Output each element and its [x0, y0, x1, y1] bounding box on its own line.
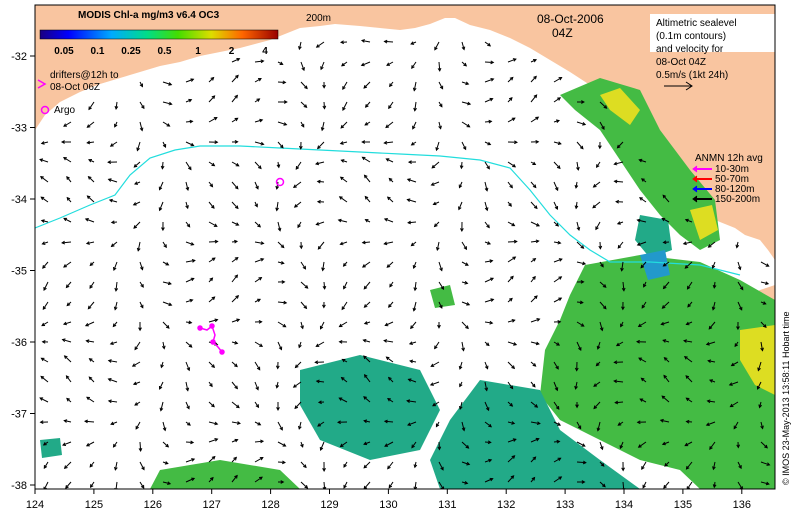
drifter-legend-line-2: 08-Oct 06Z	[50, 82, 100, 93]
colorbar-tick-label: 2	[229, 46, 235, 57]
altimetry-line-1: Altimetric sealevel	[656, 18, 737, 29]
lat-tick-label: -35	[11, 266, 27, 278]
lon-tick-label: 129	[320, 499, 338, 511]
colorbar-title: MODIS Chl-a mg/m3 v6.4 OC3	[78, 10, 220, 21]
map-canvas: MODIS Chl-a mg/m3 v6.4 OC3 0.05 0.1 0.25 0.…	[11, 4, 791, 511]
lat-tick-label: -32	[11, 51, 27, 63]
colorbar-tick-label: 0.1	[91, 46, 105, 57]
lon-tick-label: 136	[733, 499, 751, 511]
colorbar-tick-label: 1	[195, 46, 201, 57]
colorbar-scale	[39, 29, 279, 40]
lat-tick-label: -37	[11, 409, 27, 421]
map-time: 04Z	[552, 26, 573, 40]
anmn-legend-title: ANMN 12h avg	[695, 153, 763, 164]
drifter-legend-line-1: drifters@12h to	[50, 70, 119, 81]
altimetry-line-2: (0.1m contours)	[656, 31, 726, 42]
lon-tick-label: 128	[261, 499, 279, 511]
lon-tick-label: 127	[203, 499, 221, 511]
lon-tick-label: 130	[379, 499, 397, 511]
lon-tick-label: 125	[85, 499, 103, 511]
altimetry-line-3: and velocity for	[656, 44, 724, 55]
altimetry-line-4: 08-Oct 04Z	[656, 57, 706, 68]
colorbar-tick-label: 0.05	[54, 46, 74, 57]
latitude-axis: -32 -33 -34 -35 -36 -37 -38	[11, 51, 35, 492]
longitude-axis: 124 125 126 127 128 129 130 131 132 133 134 135 136	[26, 489, 751, 511]
lat-tick-label: -33	[11, 123, 27, 135]
map-date: 08-Oct-2006	[537, 12, 604, 26]
lon-tick-label: 132	[497, 499, 515, 511]
lat-tick-label: -38	[11, 480, 27, 492]
lon-tick-label: 134	[615, 499, 633, 511]
isobath-label: 200m	[306, 13, 331, 24]
lat-tick-label: -34	[11, 194, 27, 206]
argo-legend-label: Argo	[54, 105, 76, 116]
altimetry-line-5: 0.5m/s (1kt 24h)	[656, 70, 728, 81]
lon-tick-label: 133	[556, 499, 574, 511]
colorbar-tick-label: 0.25	[121, 46, 141, 57]
lon-tick-label: 124	[26, 499, 44, 511]
anmn-legend-label: 150-200m	[715, 194, 760, 205]
lat-tick-label: -36	[11, 337, 27, 349]
credit-text: © IMOS 23-May-2013 13:58:11 Hobart time	[781, 311, 791, 485]
lon-tick-label: 126	[144, 499, 162, 511]
lon-tick-label: 135	[674, 499, 692, 511]
colorbar-tick-label: 4	[262, 46, 268, 57]
lon-tick-label: 131	[438, 499, 456, 511]
colorbar-tick-label: 0.5	[158, 46, 172, 57]
